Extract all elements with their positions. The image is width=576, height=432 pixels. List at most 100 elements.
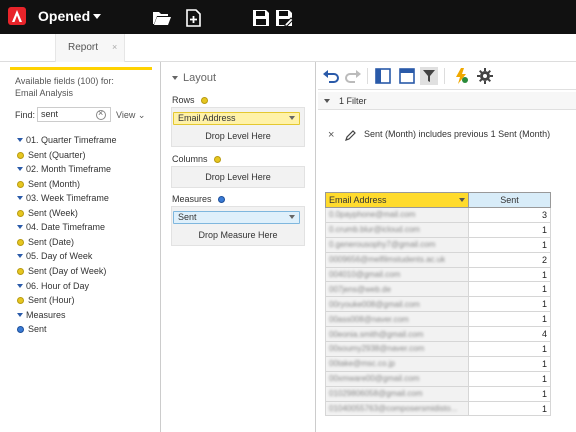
sent-cell[interactable]: 1 [468, 266, 551, 283]
column-header-label: Sent [500, 195, 519, 205]
column-header-email-address[interactable]: Email Address [325, 192, 469, 208]
email-cell[interactable]: 00eonia.smith@gmail.com [325, 326, 469, 343]
column-header-sent[interactable]: Sent [468, 192, 551, 208]
table-row[interactable]: 01029806058@gmail.com 1 [325, 385, 551, 402]
sent-cell[interactable]: 1 [468, 341, 551, 357]
sent-cell[interactable]: 1 [468, 370, 551, 387]
tree-field[interactable]: Sent (Quarter) [17, 150, 86, 162]
table-row[interactable]: 01040055763@composersmidisto... 1 [325, 400, 551, 417]
tree-measure[interactable]: Sent [17, 324, 47, 336]
table-row[interactable]: 00eonia.smith@gmail.com 4 [325, 326, 551, 343]
email-cell[interactable]: 01029806058@gmail.com [325, 385, 469, 402]
panel-splitter[interactable] [315, 62, 316, 432]
table-row[interactable]: 0.0payphone@mail.com 3 [325, 207, 551, 223]
table-row[interactable]: 007jens@web.de 1 [325, 281, 551, 298]
sent-cell[interactable]: 1 [468, 400, 551, 417]
toggle-layout-panel-icon[interactable] [398, 67, 416, 85]
save-icon[interactable] [251, 9, 271, 27]
new-report-icon[interactable] [184, 9, 204, 27]
table-row[interactable]: 0009656@melfilmstudents.ac.uk 2 [325, 251, 551, 268]
remove-filter-icon[interactable]: × [328, 129, 334, 141]
tree-field[interactable]: Sent (Hour) [17, 295, 75, 307]
tree-folder[interactable]: 01. Quarter Timeframe [17, 135, 117, 147]
tree-folder[interactable]: 02. Month Timeframe [17, 164, 111, 176]
toggle-fields-panel-icon[interactable] [374, 67, 392, 85]
edit-filter-icon[interactable] [345, 129, 357, 141]
app-title[interactable]: Opened [38, 8, 90, 24]
calculation-icon[interactable] [452, 67, 470, 85]
tree-folder[interactable]: 04. Date Timeframe [17, 222, 105, 234]
tree-field[interactable]: Sent (Date) [17, 237, 74, 249]
columns-drop-zone[interactable]: Drop Level Here [171, 166, 305, 188]
table-row[interactable]: 00ryouke008@gmail.com 1 [325, 296, 551, 313]
filter-description[interactable]: Sent (Month) includes previous 1 Sent (M… [364, 129, 550, 139]
table-row[interactable]: 0.generousophy7@gmail.com 1 [325, 236, 551, 253]
sent-cell[interactable]: 2 [468, 251, 551, 268]
tree-folder[interactable]: 05. Day of Week [17, 251, 92, 263]
app-menu-chevron-down-icon[interactable] [93, 14, 101, 19]
email-cell[interactable]: 0009656@melfilmstudents.ac.uk [325, 251, 469, 268]
sent-cell[interactable]: 1 [468, 385, 551, 402]
email-cell[interactable]: 00ass008@naver.com [325, 311, 469, 328]
tree-field[interactable]: Sent (Month) [17, 179, 80, 191]
email-cell[interactable]: 0.crumb.blur@icloud.com [325, 221, 469, 238]
email-value: 00xmware00@gmail.com [329, 374, 420, 384]
chevron-down-icon[interactable] [289, 215, 295, 219]
filter-summary-bar[interactable]: 1 Filter [318, 92, 576, 110]
rows-pill-email-address[interactable]: Email Address [173, 112, 300, 125]
sent-cell[interactable]: 1 [468, 281, 551, 298]
email-value: 00ryouke008@gmail.com [329, 299, 420, 309]
view-menu-button[interactable]: View ⌄ [116, 110, 145, 121]
sent-cell[interactable]: 1 [468, 355, 551, 372]
measure-dot-icon [218, 196, 226, 203]
tree-item-label: 06. Hour of Day [26, 280, 90, 291]
clear-search-icon[interactable] [96, 108, 106, 120]
tree-item-label: 04. Date Timeframe [26, 222, 106, 233]
save-as-icon[interactable] [274, 9, 294, 27]
measures-pill-sent[interactable]: Sent [173, 211, 300, 224]
sent-cell[interactable]: 1 [468, 311, 551, 328]
email-cell[interactable]: 01040055763@composersmidisto... [325, 400, 469, 417]
tab-report[interactable]: Report × [55, 34, 125, 62]
tree-field[interactable]: Sent (Week) [17, 208, 78, 220]
tree-folder[interactable]: 03. Week Timeframe [17, 193, 109, 205]
email-cell[interactable]: 0.generousophy7@gmail.com [325, 236, 469, 253]
collapse-layout-icon[interactable] [172, 76, 178, 80]
close-icon[interactable]: × [112, 42, 117, 52]
measures-label: Measures [172, 194, 229, 204]
email-cell[interactable]: 004010@gmail.com [325, 266, 469, 283]
email-cell[interactable]: 00ryouke008@gmail.com [325, 296, 469, 313]
toolbar-divider [444, 68, 445, 84]
email-cell[interactable]: 007jens@web.de [325, 281, 469, 298]
tree-field[interactable]: Sent (Day of Week) [17, 266, 106, 278]
sent-cell[interactable]: 1 [468, 236, 551, 253]
email-cell[interactable]: 0.0payphone@mail.com [325, 207, 469, 223]
tree-item-label: Sent (Hour) [28, 295, 75, 306]
email-cell[interactable]: 00xmware00@gmail.com [325, 370, 469, 387]
sent-cell[interactable]: 3 [468, 207, 551, 223]
email-cell[interactable]: 00take@msc.co.jp [325, 355, 469, 372]
sent-cell[interactable]: 1 [468, 296, 551, 313]
tree-folder[interactable]: 06. Hour of Day [17, 281, 89, 293]
sort-descending-icon[interactable] [459, 198, 465, 202]
sent-cell[interactable]: 4 [468, 326, 551, 343]
table-row[interactable]: 00soumy2938@naver.com 1 [325, 341, 551, 357]
table-row[interactable]: 004010@gmail.com 1 [325, 266, 551, 283]
table-row[interactable]: 00xmware00@gmail.com 1 [325, 370, 551, 387]
level-dot-icon [17, 209, 24, 217]
tab-label: Report [68, 42, 99, 53]
collapse-filters-icon[interactable] [324, 99, 330, 103]
sent-cell[interactable]: 1 [468, 221, 551, 238]
chevron-down-icon[interactable] [289, 116, 295, 120]
gear-icon[interactable] [476, 67, 494, 85]
table-row[interactable]: 00ass008@naver.com 1 [325, 311, 551, 328]
undo-icon[interactable] [322, 67, 340, 85]
table-row[interactable]: 0.crumb.blur@icloud.com 1 [325, 221, 551, 238]
filter-icon[interactable] [420, 67, 438, 85]
open-folder-icon[interactable] [152, 9, 172, 27]
redo-icon[interactable] [344, 67, 362, 85]
level-dot-icon [17, 238, 24, 246]
email-cell[interactable]: 00soumy2938@naver.com [325, 341, 469, 357]
table-row[interactable]: 00take@msc.co.jp 1 [325, 355, 551, 372]
tree-folder[interactable]: Measures [17, 310, 66, 322]
